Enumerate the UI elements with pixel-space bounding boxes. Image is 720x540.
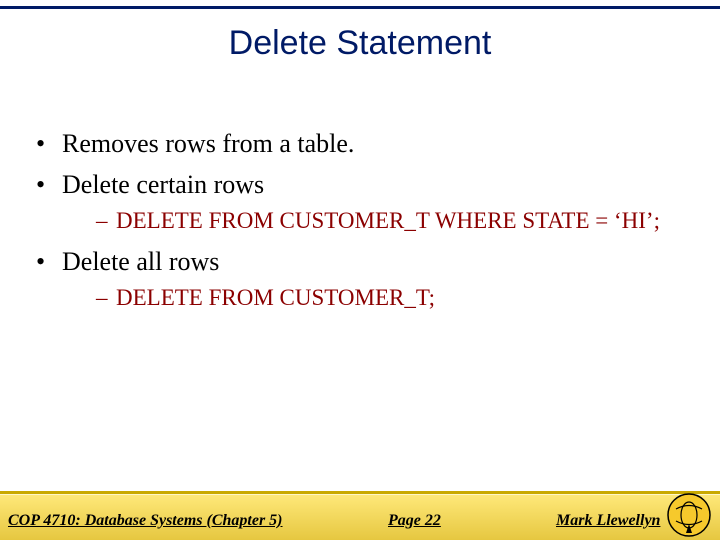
sub-bullet-text: DELETE FROM CUSTOMER_T; [116,285,435,310]
bullet-dot-icon [36,129,62,158]
bullet-dash-icon [96,285,116,310]
bullet-item: Delete all rows [36,246,690,279]
sub-bullet-text: DELETE FROM CUSTOMER_T WHERE STATE = ‘HI… [116,208,660,233]
slide: Delete Statement Removes rows from a tab… [0,0,720,540]
top-divider [0,6,720,9]
bullet-item: Delete certain rows [36,169,690,202]
bullet-item: Removes rows from a table. [36,128,690,161]
bullet-text: Removes rows from a table. [62,129,354,158]
slide-title: Delete Statement [0,24,720,63]
ucf-logo-icon [666,492,712,538]
bullet-text: Delete certain rows [62,170,264,199]
footer-author: Mark Llewellyn [556,512,660,530]
footer-page: Page 22 [388,512,441,530]
footer-course: COP 4710: Database Systems (Chapter 5) [8,512,283,530]
sub-bullet-item: DELETE FROM CUSTOMER_T; [96,284,690,313]
bullet-text: Delete all rows [62,247,219,276]
slide-content: Removes rows from a table. Delete certai… [36,120,690,323]
bullet-dash-icon [96,208,116,233]
sub-bullet-item: DELETE FROM CUSTOMER_T WHERE STATE = ‘HI… [96,207,690,236]
bullet-dot-icon [36,170,62,199]
bullet-dot-icon [36,247,62,276]
